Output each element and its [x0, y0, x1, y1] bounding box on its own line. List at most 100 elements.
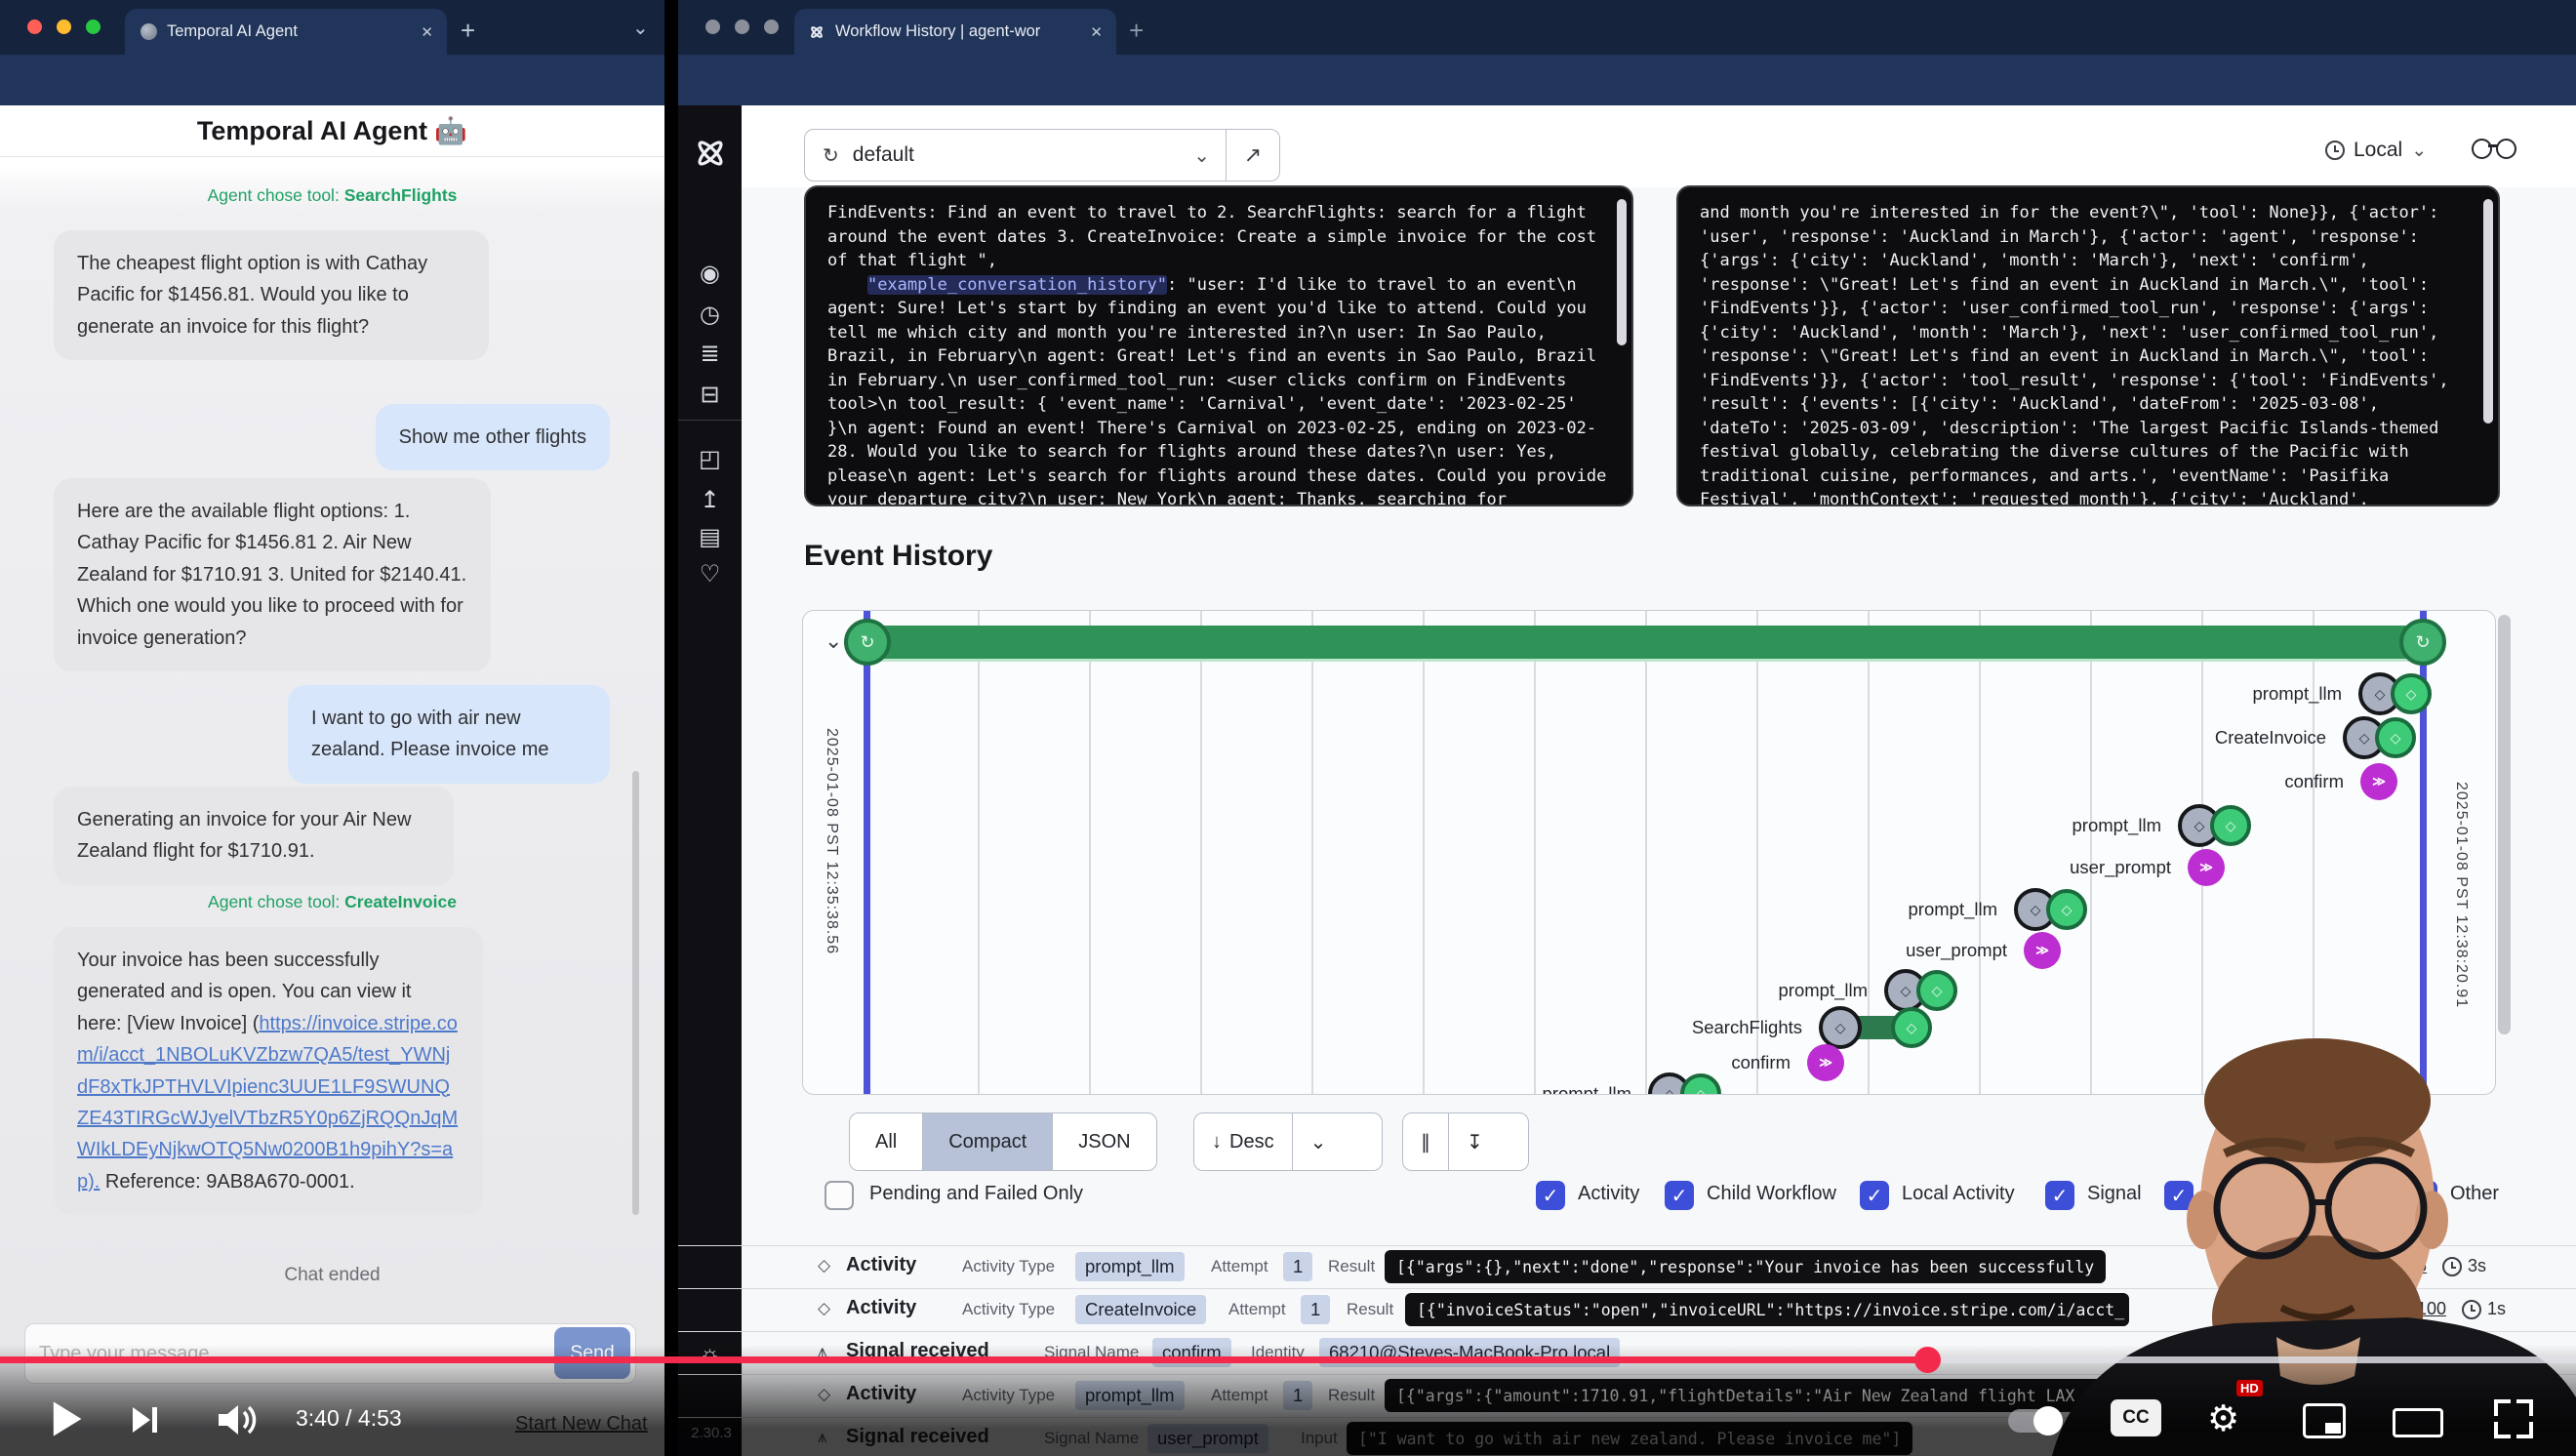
tab-temporal-ai-agent[interactable]: Temporal AI Agent ✕	[125, 9, 447, 55]
activity-completed-marker[interactable]	[1891, 1007, 1932, 1048]
close-window-button[interactable]	[27, 20, 42, 34]
signal-marker[interactable]	[2024, 932, 2061, 969]
pending-failed-checkbox[interactable]	[825, 1181, 854, 1210]
timezone-select[interactable]: Local	[2325, 139, 2427, 162]
signal-marker[interactable]	[2360, 763, 2397, 800]
timezone-value: Local	[2354, 139, 2402, 162]
minimize-window-button[interactable]	[735, 20, 749, 34]
checkbox-activity[interactable]	[1536, 1181, 1565, 1210]
sidebar-divider	[678, 420, 742, 421]
event-history-title: Event History	[804, 540, 992, 573]
code-scrollbar[interactable]	[1617, 199, 1627, 345]
new-tab-button[interactable]	[461, 16, 475, 46]
timeline-label: CreateInvoice	[2215, 727, 2326, 748]
workflow-input-code-panel[interactable]: FindEvents: Find an event to travel to 2…	[804, 185, 1633, 506]
volume-icon[interactable]	[217, 1403, 260, 1436]
agent-message: The cheapest flight option is with Catha…	[54, 230, 489, 360]
next-button[interactable]	[129, 1403, 162, 1436]
chat-scrollbar[interactable]	[632, 771, 639, 1215]
workflow-end-marker[interactable]	[2399, 619, 2446, 666]
labs-icon[interactable]: ▤	[678, 523, 742, 551]
close-tab-icon[interactable]: ✕	[407, 23, 447, 41]
pending-failed-label: Pending and Failed Only	[869, 1183, 1083, 1205]
collapse-timeline-icon[interactable]	[825, 628, 842, 654]
zoom-window-button[interactable]	[86, 20, 101, 34]
activity-completed-marker[interactable]	[2210, 805, 2251, 846]
schedules-clock-icon[interactable]: ◷	[678, 301, 742, 329]
activity-completed-marker[interactable]	[2391, 673, 2432, 714]
archive-icon[interactable]: ⊟	[678, 381, 742, 409]
checkbox-child-workflow[interactable]	[1665, 1181, 1694, 1210]
sort-desc-button[interactable]: ↓Desc	[1194, 1113, 1293, 1170]
chevron-down-icon	[2411, 140, 2427, 162]
temporal-logo-icon[interactable]	[692, 135, 729, 172]
activity-completed-marker[interactable]	[1916, 970, 1957, 1011]
play-button[interactable]	[47, 1397, 86, 1440]
download-button[interactable]: ↧	[1449, 1113, 1501, 1170]
close-tab-icon[interactable]: ✕	[1076, 23, 1116, 41]
left-toolbar: ⓘ localhost:5173 ☆	[0, 55, 664, 105]
signal-marker[interactable]	[1807, 1044, 1844, 1081]
tab-all[interactable]: All	[850, 1113, 923, 1170]
tab-search-icon[interactable]	[632, 16, 649, 40]
sort-chevron-button[interactable]	[1293, 1113, 1345, 1170]
activity-completed-marker[interactable]	[2046, 889, 2087, 930]
open-namespace-icon[interactable]: ↗	[1226, 130, 1279, 181]
settings-gear-icon[interactable]	[2207, 1397, 2239, 1439]
autoplay-toggle[interactable]	[2008, 1409, 2063, 1433]
code-scrollbar[interactable]	[2483, 199, 2493, 424]
video-progress-played[interactable]	[0, 1356, 1928, 1363]
timeline-end-timestamp: 2025-01-08 PST 12:38:20.91	[2452, 782, 2470, 1008]
reader-glasses-icon[interactable]	[2472, 135, 2516, 164]
tab-title: Temporal AI Agent	[167, 22, 298, 41]
new-tab-button[interactable]	[1129, 16, 1144, 46]
video-frame: Temporal AI Agent ✕ ⓘ localhost:5173 ☆ T…	[0, 0, 2576, 1456]
video-scrubber-handle[interactable]	[1914, 1347, 1941, 1373]
result-code-chip: [{"args":{},"next":"done","response":"Yo…	[1385, 1250, 2106, 1283]
tab-favicon	[141, 23, 157, 40]
close-window-button[interactable]	[705, 20, 720, 34]
tool-note-prefix: Agent chose tool:	[208, 892, 344, 911]
import-upload-icon[interactable]: ↥	[678, 486, 742, 514]
tab-workflow-history[interactable]: Workflow History | agent-wor ✕	[794, 9, 1116, 55]
right-tabstrip: Workflow History | agent-wor ✕	[678, 0, 2576, 55]
feedback-heart-icon[interactable]: ♡	[678, 560, 742, 588]
hd-badge: HD	[2236, 1380, 2263, 1396]
workflow-result-code-panel[interactable]: and month you're interested in for the e…	[1676, 185, 2500, 506]
timeline-label: user_prompt	[1906, 940, 2007, 961]
checkbox-local-activity[interactable]	[1860, 1181, 1889, 1210]
tool-note-name: SearchFlights	[344, 185, 458, 205]
timeline-label: confirm	[1731, 1052, 1791, 1073]
activity-scheduled-marker[interactable]	[1819, 1006, 1862, 1049]
tab-compact[interactable]: Compact	[923, 1113, 1053, 1170]
timeline-label: SearchFlights	[1692, 1017, 1802, 1038]
user-message: I want to go with air new zealand. Pleas…	[288, 685, 610, 784]
attempt-chip: 1	[1283, 1252, 1312, 1281]
activity-diamond-icon	[818, 1299, 830, 1318]
stack-layers-icon[interactable]: ≣	[678, 340, 742, 368]
tab-json[interactable]: JSON	[1053, 1113, 1155, 1170]
workflow-span-bar[interactable]	[867, 626, 2423, 659]
signal-marker[interactable]	[2188, 849, 2225, 886]
clock-icon	[2325, 141, 2345, 160]
video-progress-remaining[interactable]	[1928, 1356, 2576, 1363]
miniplayer-button[interactable]	[2303, 1403, 2346, 1438]
zoom-window-button[interactable]	[764, 20, 779, 34]
attempt-chip: 1	[1301, 1295, 1330, 1324]
invoice-link[interactable]: https://invoice.stripe.com/i/acct_1NBOLu…	[77, 1013, 458, 1193]
captions-button[interactable]: CC	[2111, 1399, 2161, 1436]
page-scrollbar[interactable]	[2498, 615, 2511, 1034]
namespace-select[interactable]: ↻ default ↗	[804, 129, 1280, 182]
fullscreen-button[interactable]	[2494, 1399, 2533, 1438]
minimize-window-button[interactable]	[57, 20, 71, 34]
pause-button[interactable]: ∥	[1403, 1113, 1449, 1170]
theater-mode-button[interactable]	[2393, 1408, 2443, 1437]
checkbox-label: Child Workflow	[1707, 1183, 1836, 1205]
workflow-start-marker[interactable]	[844, 619, 891, 666]
nexus-cube-icon[interactable]: ◰	[678, 445, 742, 473]
tool-note-name: CreateInvoice	[344, 892, 457, 911]
workflows-eye-icon[interactable]: ◉	[678, 260, 742, 288]
tool-note: Agent chose tool: SearchFlights	[0, 185, 664, 206]
activity-completed-marker[interactable]	[2375, 717, 2416, 758]
chevron-down-icon	[1193, 143, 1210, 168]
